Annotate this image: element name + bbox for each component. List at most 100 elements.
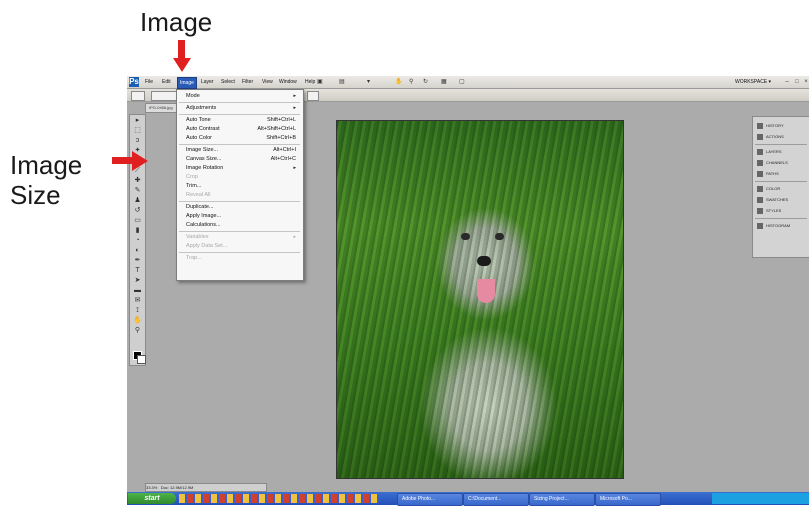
minimize-icon[interactable]: – — [783, 78, 791, 86]
menu-window[interactable]: Window — [277, 77, 299, 87]
channels-icon — [757, 159, 763, 166]
path-selection-tool-icon[interactable]: ➤ — [133, 277, 142, 285]
start-button[interactable]: start — [128, 493, 176, 504]
image-menu-item-apply-image[interactable]: Apply Image... — [186, 212, 298, 221]
menu-image[interactable]: Image — [177, 77, 197, 89]
panel-tab-styles[interactable]: STYLES — [757, 206, 807, 216]
image-menu-item-calculations[interactable]: Calculations... — [186, 221, 298, 230]
marquee-tool-icon[interactable]: ⬚ — [133, 127, 142, 135]
panel-tab-label: HISTORY — [766, 123, 784, 128]
zoom-readout[interactable]: 33.3% — [146, 485, 157, 490]
menu-item-label: Auto Contrast — [186, 126, 220, 132]
photoshop-logo-icon: Ps — [129, 77, 139, 87]
gradient-tool-icon[interactable]: ▮ — [133, 227, 142, 235]
close-icon[interactable]: × — [802, 78, 809, 86]
notes-tool-icon[interactable]: ✉ — [133, 297, 142, 305]
menu-item-label: Canvas Size... — [186, 156, 222, 162]
blur-tool-icon[interactable]: ◔ — [133, 237, 142, 245]
eraser-tool-icon[interactable]: ▭ — [133, 217, 142, 225]
swatches-icon — [757, 196, 763, 203]
zoom-level-icon[interactable]: ▾ — [367, 78, 370, 86]
image-menu-item-crop: Crop — [186, 173, 298, 182]
image-size-annotation-label: Image Size — [10, 150, 110, 210]
image-menu-item-trap: Trap... — [186, 254, 298, 263]
bridge-icon[interactable]: ▣ — [317, 78, 323, 86]
background-color-swatch[interactable] — [137, 355, 146, 364]
menu-item-shortcut: Shift+Ctrl+L — [266, 117, 296, 123]
pen-tool-icon[interactable]: ✒ — [133, 257, 142, 265]
image-menu-item-image-size[interactable]: Image Size... Alt+Ctrl+I — [186, 146, 298, 155]
image-menu-item-image-rotation[interactable]: Image Rotation ▸ — [186, 164, 298, 173]
panel-tab-history[interactable]: HISTORY — [757, 121, 807, 131]
zoom-tool-icon[interactable]: ⚲ — [133, 327, 142, 335]
eyedropper-tool-icon[interactable]: ⟟ — [133, 307, 142, 315]
panel-tab-actions[interactable]: ACTIONS — [757, 132, 807, 142]
menu-layer[interactable]: Layer — [199, 77, 216, 87]
windows-taskbar: start Adobe Photo... C:\Document... Sizing… — [127, 492, 809, 506]
rotate-view-icon[interactable]: ↻ — [423, 78, 428, 86]
panel-tab-paths[interactable]: PATHS — [757, 169, 807, 179]
hand-tool-icon[interactable]: ✋ — [133, 317, 142, 325]
system-tray[interactable] — [712, 493, 809, 504]
image-menu-item-auto-color[interactable]: Auto Color Shift+Ctrl+B — [186, 134, 298, 143]
image-menu-item-mode[interactable]: Mode ▸ — [186, 92, 298, 101]
menu-file[interactable]: File — [143, 77, 155, 87]
menu-select[interactable]: Select — [219, 77, 237, 87]
quick-launch-icons[interactable] — [179, 494, 379, 503]
shape-tool-icon[interactable]: ▬ — [133, 287, 142, 295]
taskbar-button[interactable]: C:\Document... — [463, 493, 529, 506]
arrange-documents-icon[interactable]: ▦ — [441, 78, 447, 86]
move-tool-icon[interactable]: ▸ — [133, 117, 142, 125]
image-menu-item-adjustments[interactable]: Adjustments ▸ — [186, 104, 298, 113]
history-brush-tool-icon[interactable]: ↺ — [133, 207, 142, 215]
dog-eye-left — [461, 233, 470, 240]
panel-tab-swatches[interactable]: SWATCHES — [757, 195, 807, 205]
image-menu-dropdown: Mode ▸ Adjustments ▸ Auto Tone Shift+Ctrl+L Au… — [176, 89, 304, 281]
image-menu-item-trim[interactable]: Trim... — [186, 182, 298, 191]
menu-item-label: Apply Image... — [186, 213, 222, 219]
menu-item-label: Variables — [186, 234, 209, 240]
image-menu-item-auto-tone[interactable]: Auto Tone Shift+Ctrl+L — [186, 116, 298, 125]
menu-item-shortcut: Shift+Ctrl+B — [266, 135, 296, 141]
menu-view[interactable]: View — [260, 77, 275, 87]
tool-preset-picker[interactable] — [131, 91, 145, 101]
image-menu-item-variables: Variables ▸ — [186, 233, 298, 242]
document-canvas[interactable] — [336, 120, 624, 479]
brush-tool-icon[interactable]: ✎ — [133, 187, 142, 195]
panel-tab-layers[interactable]: LAYERS — [757, 147, 807, 157]
image-menu-item-auto-contrast[interactable]: Auto Contrast Alt+Shift+Ctrl+L — [186, 125, 298, 134]
menu-separator — [179, 201, 300, 202]
panel-tab-histogram[interactable]: HISTOGRAM — [757, 221, 807, 231]
taskbar-button[interactable]: Adobe Photo... — [397, 493, 463, 506]
hand-tool-icon[interactable]: ✋ — [395, 78, 402, 86]
panel-tab-color[interactable]: COLOR — [757, 184, 807, 194]
maximize-icon[interactable]: □ — [793, 78, 801, 86]
menu-filter[interactable]: Filter — [240, 77, 255, 87]
menu-separator — [179, 114, 300, 115]
image-menu-item-duplicate[interactable]: Duplicate... — [186, 203, 298, 212]
zoom-tool-icon[interactable]: ⚲ — [409, 78, 413, 86]
options-toggle[interactable] — [307, 91, 319, 101]
dog-tongue — [477, 279, 495, 303]
panel-tab-label: COLOR — [766, 186, 781, 191]
menu-edit[interactable]: Edit — [160, 77, 173, 87]
menu-item-label: Crop — [186, 174, 198, 180]
dodge-tool-icon[interactable]: ◐ — [133, 247, 142, 255]
menu-item-shortcut: Alt+Ctrl+C — [270, 156, 296, 162]
lasso-tool-icon[interactable]: ↄ — [133, 137, 142, 145]
menu-help[interactable]: Help — [303, 77, 317, 87]
screen-mode-icon[interactable]: ▢ — [459, 78, 465, 86]
type-tool-icon[interactable]: T — [133, 267, 142, 275]
workspace-switcher[interactable]: WORKSPACE ▾ — [735, 77, 771, 87]
layout-icon[interactable]: ▤ — [339, 78, 345, 86]
dog-nose — [477, 256, 491, 266]
healing-brush-tool-icon[interactable]: ✚ — [133, 177, 142, 185]
taskbar-button[interactable]: Sizing Project... — [529, 493, 595, 506]
panel-tab-channels[interactable]: CHANNELS — [757, 158, 807, 168]
document-tab[interactable]: IPG-0456.jpg — [145, 103, 177, 113]
clone-stamp-tool-icon[interactable]: ♟ — [133, 197, 142, 205]
menu-separator — [179, 231, 300, 232]
image-menu-item-canvas-size[interactable]: Canvas Size... Alt+Ctrl+C — [186, 155, 298, 164]
image-size-annotation-line2: Size — [10, 180, 61, 210]
taskbar-button[interactable]: Microsoft Po... — [595, 493, 661, 506]
